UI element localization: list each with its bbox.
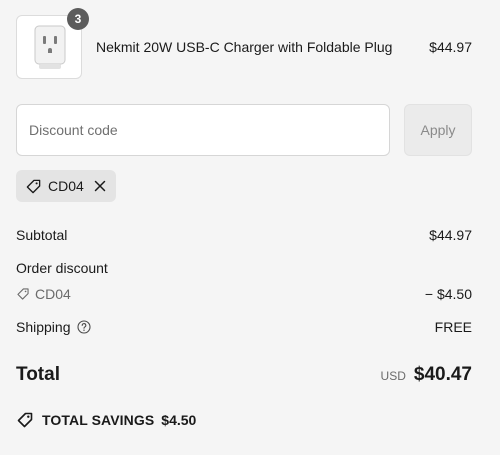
- shipping-value: FREE: [434, 319, 472, 335]
- total-savings-row: TOTAL SAVINGS $4.50: [16, 411, 472, 429]
- tag-icon: [26, 179, 41, 193]
- total-row: Total USD $40.47: [16, 362, 472, 388]
- order-discount-label: Order discount: [16, 260, 108, 276]
- savings-tag-icon: [17, 412, 33, 428]
- total-savings-label: TOTAL SAVINGS: [42, 412, 155, 428]
- total-savings-amount: $4.50: [161, 412, 197, 428]
- remove-discount-icon[interactable]: [93, 179, 107, 193]
- apply-button[interactable]: Apply: [404, 104, 472, 156]
- subtotal-label: Subtotal: [16, 227, 68, 243]
- product-name: Nekmit 20W USB-C Charger with Foldable P…: [96, 39, 393, 55]
- discount-code-input[interactable]: [16, 104, 390, 156]
- currency-code: USD: [380, 369, 406, 383]
- question-circle-icon[interactable]: [76, 320, 91, 334]
- order-summary: 3 Nekmit 20W USB-C Charger with Foldable…: [0, 0, 500, 455]
- order-discount-row: Order discount: [16, 259, 472, 277]
- quantity-badge: 3: [67, 8, 89, 30]
- charger-image: [34, 25, 66, 69]
- discount-code-row: CD04 − $4.50: [16, 285, 472, 303]
- tag-icon: [17, 288, 29, 300]
- discount-code-label: CD04: [35, 286, 71, 302]
- total-label: Total: [16, 364, 60, 385]
- product-price: $44.97: [429, 39, 472, 55]
- product-thumbnail: 3: [16, 8, 89, 79]
- subtotal-value: $44.97: [429, 227, 472, 243]
- subtotal-row: Subtotal $44.97: [16, 226, 472, 244]
- applied-discount-chip: CD04: [16, 170, 116, 202]
- discount-amount: − $4.50: [424, 286, 472, 302]
- total-amount: $40.47: [413, 364, 472, 385]
- shipping-label: Shipping: [16, 319, 71, 335]
- line-item: 3 Nekmit 20W USB-C Charger with Foldable…: [16, 8, 472, 80]
- shipping-row: Shipping FREE: [16, 318, 472, 336]
- applied-code-label: CD04: [48, 178, 84, 194]
